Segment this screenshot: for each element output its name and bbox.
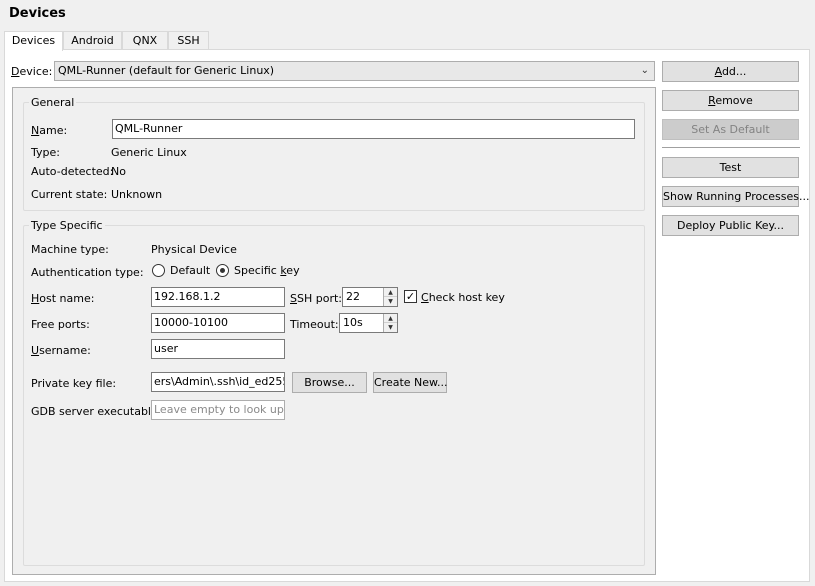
timeout-label: Timeout: (290, 318, 339, 331)
remove-device-button[interactable]: Remove (662, 90, 799, 111)
auth-type-label: Authentication type: (31, 266, 144, 279)
free-ports-label: Free ports: (31, 318, 90, 331)
auto-detected-label: Auto-detected: (31, 165, 114, 178)
spin-down-icon[interactable]: ▼ (384, 297, 397, 306)
machine-type-value: Physical Device (151, 243, 237, 256)
private-key-input[interactable]: ers\Admin\.ssh\id_ed25519 (151, 372, 285, 392)
check-host-key-checkbox[interactable]: ✓ (404, 290, 417, 303)
gdb-server-label: GDB server executable: (31, 405, 162, 418)
create-new-button[interactable]: Create New... (373, 372, 448, 393)
gdb-server-input[interactable]: Leave empty to look up ... (151, 400, 285, 420)
host-name-input[interactable]: 192.168.1.2 (151, 287, 285, 307)
type-label: Type: (31, 146, 60, 159)
auto-detected-value: No (111, 165, 126, 178)
tab-ssh[interactable]: SSH (168, 31, 209, 50)
device-combobox-value: QML-Runner (default for Generic Linux) (58, 64, 275, 77)
button-separator (662, 147, 800, 148)
tab-qnx[interactable]: QNX (122, 31, 168, 50)
browse-button[interactable]: Browse... (292, 372, 367, 393)
test-button[interactable]: Test (662, 157, 799, 178)
timeout-arrows: ▲ ▼ (383, 314, 397, 332)
username-input[interactable]: user (151, 339, 285, 359)
private-key-label: Private key file: (31, 377, 117, 390)
spin-up-icon[interactable]: ▲ (384, 288, 397, 297)
ssh-port-label: SSH port: (290, 292, 342, 305)
ssh-port-value: 22 (346, 290, 360, 303)
spin-up-icon[interactable]: ▲ (384, 314, 397, 323)
tab-devices[interactable]: Devices (4, 31, 63, 51)
auth-default-label[interactable]: Default (170, 264, 210, 277)
auth-default-radio[interactable] (152, 264, 165, 277)
name-input[interactable]: QML-Runner (112, 119, 635, 139)
window-title: Devices (9, 6, 66, 21)
check-host-key-label[interactable]: Check host key (421, 291, 505, 304)
ssh-port-arrows: ▲ ▼ (383, 288, 397, 306)
auth-specific-key-radio[interactable] (216, 264, 229, 277)
show-running-processes-button[interactable]: Show Running Processes... (662, 186, 809, 207)
username-label: Username: (31, 344, 91, 357)
general-group-title: General (29, 96, 77, 109)
timeout-value: 10s (343, 316, 363, 329)
machine-type-label: Machine type: (31, 243, 109, 256)
timeout-spinbox[interactable]: 10s ▲ ▼ (339, 313, 398, 333)
spin-down-icon[interactable]: ▼ (384, 323, 397, 332)
name-label: Name: (31, 124, 68, 137)
host-name-label: Host name: (31, 292, 95, 305)
tab-android[interactable]: Android (63, 31, 122, 50)
add-device-button[interactable]: Add... (662, 61, 799, 82)
current-state-value: Unknown (111, 188, 163, 201)
chevron-down-icon: ⌄ (640, 65, 649, 76)
free-ports-input[interactable]: 10000-10100 (151, 313, 285, 333)
ssh-port-spinbox[interactable]: 22 ▲ ▼ (342, 287, 398, 307)
current-state-label: Current state: (31, 188, 108, 201)
type-value: Generic Linux (111, 146, 187, 159)
type-specific-group-title: Type Specific (29, 219, 105, 232)
auth-specific-key-label[interactable]: Specific key (234, 264, 300, 277)
device-label: Device: (11, 65, 53, 78)
deploy-public-key-button[interactable]: Deploy Public Key... (662, 215, 799, 236)
set-as-default-button[interactable]: Set As Default (662, 119, 799, 140)
device-combobox[interactable]: QML-Runner (default for Generic Linux) ⌄ (54, 61, 655, 81)
